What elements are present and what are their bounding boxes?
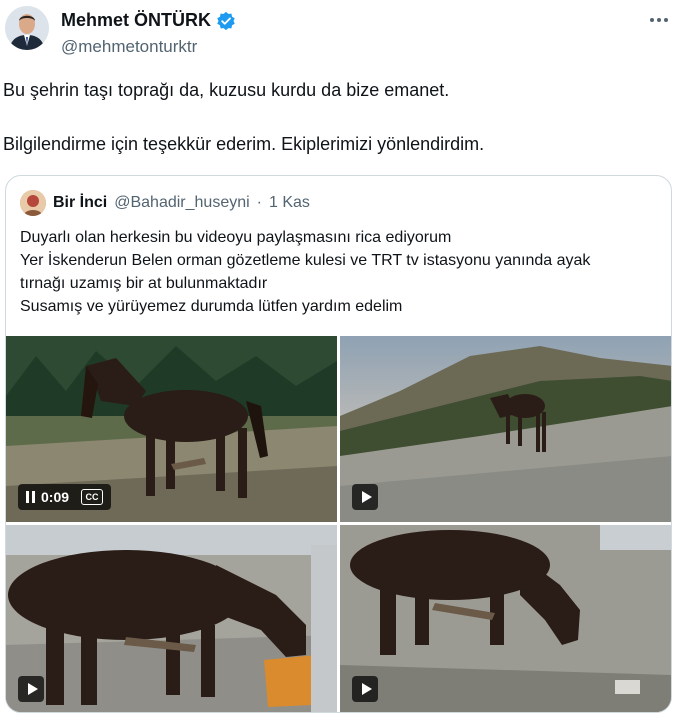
author-handle[interactable]: @mehmetonturktr <box>61 37 197 57</box>
quote-text: Duyarlı olan herkesin bu videoyu paylaşm… <box>20 226 660 318</box>
quote-author-name[interactable]: Bir İnci <box>53 194 107 212</box>
quote-line: Yer İskenderun Belen orman gözetleme kul… <box>20 252 591 269</box>
pause-icon[interactable] <box>26 491 35 503</box>
quote-line: tırnağı uzamış bir at bulunmaktadır <box>20 275 268 292</box>
video-thumbnail-1[interactable]: 0:09 CC <box>6 336 337 522</box>
verified-badge-icon <box>216 11 236 31</box>
quote-avatar[interactable] <box>20 190 46 216</box>
tweet-paragraph-1: Bu şehrin taşı toprağı da, kuzusu kurdu … <box>3 80 450 100</box>
play-icon[interactable] <box>352 484 378 510</box>
play-icon[interactable] <box>18 676 44 702</box>
quote-line: Duyarlı olan herkesin bu videoyu paylaşm… <box>20 229 452 246</box>
author-name-row[interactable]: Mehmet ÖNTÜRK <box>61 10 236 31</box>
video-controls[interactable]: 0:09 CC <box>18 484 112 510</box>
author-display-name[interactable]: Mehmet ÖNTÜRK <box>61 10 211 31</box>
quote-header: Bir İnci @Bahadir_huseyni · 1 Kas <box>20 190 310 216</box>
video-time: 0:09 <box>41 489 70 505</box>
more-options-icon[interactable] <box>646 10 672 30</box>
play-icon[interactable] <box>352 676 378 702</box>
video-thumbnail-2[interactable] <box>340 336 671 522</box>
quote-separator: · <box>256 194 262 211</box>
video-thumbnail-4[interactable] <box>340 525 671 712</box>
author-avatar[interactable] <box>5 6 49 50</box>
video-thumbnail-3[interactable] <box>6 525 337 712</box>
tweet-text: Bu şehrin taşı toprağı da, kuzusu kurdu … <box>3 78 683 157</box>
quote-line: Susamış ve yürüyemez durumda lütfen yard… <box>20 298 403 315</box>
closed-captions-icon[interactable]: CC <box>81 489 104 505</box>
media-grid: 0:09 CC <box>6 336 671 712</box>
tweet-paragraph-2: Bilgilendirme için teşekkür ederim. Ekip… <box>3 134 485 154</box>
quoted-tweet[interactable]: Bir İnci @Bahadir_huseyni · 1 Kas Duyarl… <box>5 175 672 713</box>
quote-date[interactable]: 1 Kas <box>269 194 310 212</box>
quote-author-handle[interactable]: @Bahadir_huseyni <box>114 194 249 212</box>
